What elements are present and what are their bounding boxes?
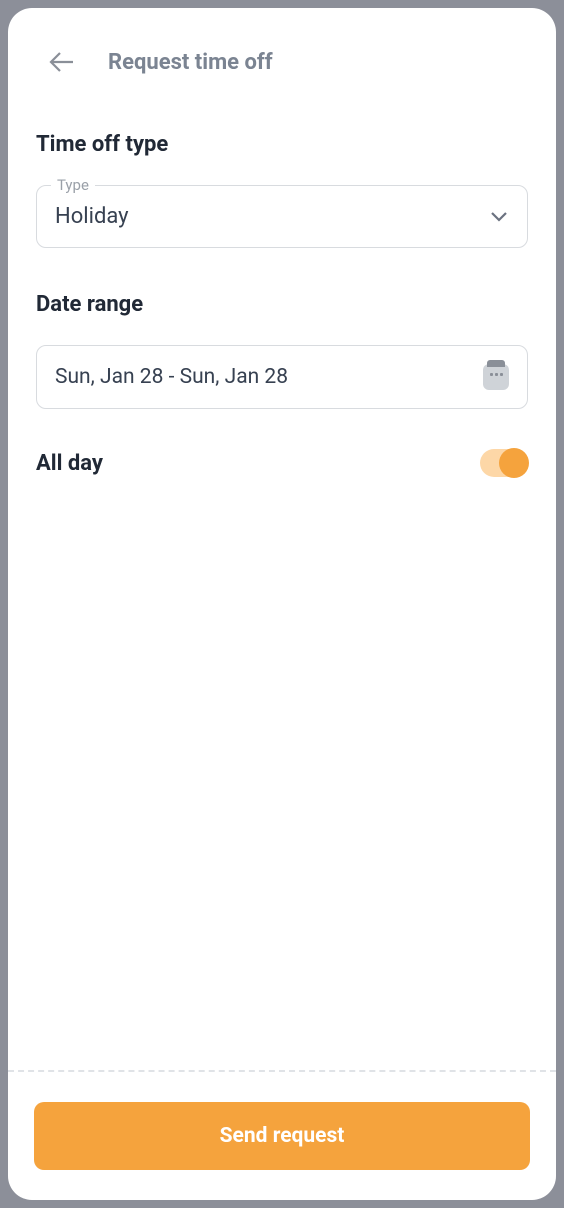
content-area: Time off type Type Holiday Date range Su…	[8, 96, 556, 1070]
app-container: Request time off Time off type Type Holi…	[8, 8, 556, 1200]
send-request-button[interactable]: Send request	[34, 1102, 530, 1170]
toggle-knob	[499, 448, 529, 478]
date-range-picker[interactable]: Sun, Jan 28 - Sun, Jan 28	[36, 345, 528, 409]
page-title: Request time off	[108, 50, 273, 75]
type-section-label: Time off type	[36, 132, 528, 157]
date-section-label: Date range	[36, 292, 528, 317]
type-legend: Type	[51, 176, 95, 194]
footer: Send request	[8, 1070, 556, 1200]
all-day-row: All day	[36, 449, 528, 477]
chevron-down-icon	[489, 207, 509, 226]
all-day-toggle[interactable]	[480, 449, 528, 477]
type-value: Holiday	[55, 204, 129, 229]
date-range-value: Sun, Jan 28 - Sun, Jan 28	[55, 365, 288, 389]
type-select[interactable]: Type Holiday	[36, 185, 528, 248]
type-section: Time off type Type Holiday	[36, 132, 528, 248]
header: Request time off	[8, 8, 556, 96]
date-section: Date range Sun, Jan 28 - Sun, Jan 28	[36, 292, 528, 409]
all-day-label: All day	[36, 451, 103, 476]
back-arrow-icon[interactable]	[48, 48, 76, 76]
calendar-icon	[483, 364, 509, 390]
